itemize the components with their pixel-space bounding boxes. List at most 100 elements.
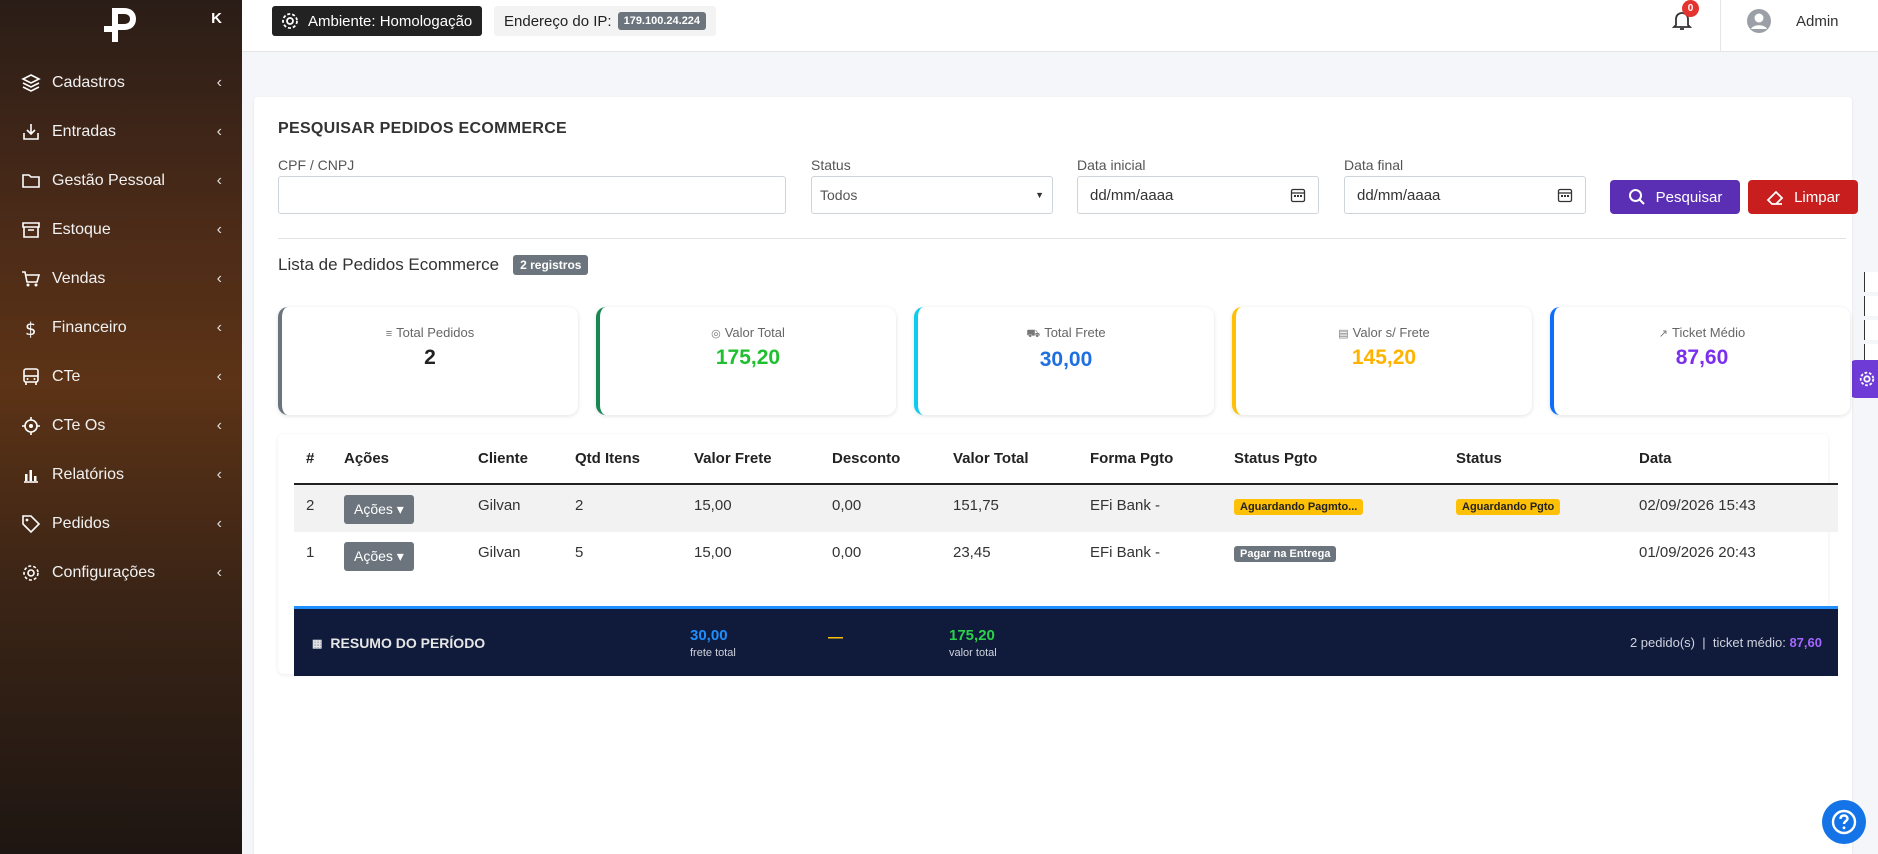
- edge-toolbar[interactable]: [1864, 272, 1878, 368]
- logo-icon: [104, 8, 136, 42]
- status-badge: Aguardando Pgto: [1456, 499, 1561, 515]
- sidebar-item-financeiro[interactable]: $ Financeiro ‹: [0, 303, 242, 352]
- chevron-left-icon: ‹: [216, 416, 222, 434]
- cell-freight: 15,00: [682, 484, 820, 532]
- archive-icon: [20, 219, 42, 241]
- edge-tab[interactable]: [1864, 296, 1878, 316]
- chevron-left-icon: ‹: [216, 318, 222, 336]
- download-icon: [20, 121, 42, 143]
- end-date-value: dd/mm/aaaa: [1357, 186, 1441, 204]
- cart-icon: [20, 268, 42, 290]
- cpf-input[interactable]: [278, 176, 786, 214]
- notification-count-badge: 0: [1682, 0, 1699, 17]
- calendar-icon[interactable]: [1557, 187, 1573, 203]
- search-icon: [1628, 189, 1645, 205]
- sidebar-item-label: Entradas: [52, 122, 117, 140]
- stat-label: Total Pedidos: [396, 325, 475, 340]
- summary-title-text: RESUMO DO PERÍODO: [330, 635, 486, 651]
- sidebar-item-label: Estoque: [52, 220, 111, 238]
- status-select[interactable]: Todos ▼: [811, 176, 1053, 214]
- stat-label: Total Frete: [1044, 325, 1106, 340]
- stat-value: 145,20: [1351, 346, 1417, 369]
- table-row[interactable]: 2 Ações ▾ Gilvan 2 15,00 0,00 151,75 EFi…: [294, 484, 1838, 532]
- edge-tab[interactable]: [1864, 272, 1878, 292]
- status-select-value: Todos: [820, 187, 858, 203]
- payment-status-badge: Pagar na Entrega: [1234, 546, 1337, 562]
- gear-icon: [282, 13, 298, 29]
- target-icon: ◎: [711, 328, 721, 340]
- user-name: Admin: [1796, 12, 1839, 30]
- start-date-input[interactable]: dd/mm/aaaa: [1077, 176, 1319, 214]
- eraser-icon: [1766, 190, 1784, 205]
- actions-dropdown-button[interactable]: Ações ▾: [344, 495, 414, 524]
- clear-button-label: Limpar: [1794, 188, 1840, 206]
- collapse-sidebar-button[interactable]: K: [211, 10, 222, 27]
- edge-tab[interactable]: [1864, 320, 1878, 340]
- cell-client: Gilvan: [478, 544, 521, 561]
- user-menu[interactable]: Admin: [1746, 6, 1839, 36]
- period-summary: ▦ RESUMO DO PERÍODO 30,00 frete total — 1…: [294, 606, 1838, 676]
- column-header[interactable]: Valor Frete: [682, 434, 820, 485]
- sidebar-menu: Cadastros ‹ Entradas ‹ Gestão Pessoal ‹ …: [0, 58, 242, 597]
- summary-title: ▦ RESUMO DO PERÍODO: [312, 635, 485, 651]
- sidebar-item-cte-os[interactable]: CTe Os ‹: [0, 401, 242, 450]
- layers-icon: [20, 72, 42, 94]
- chevron-left-icon: ‹: [216, 269, 222, 287]
- list-title-text: Lista de Pedidos Ecommerce: [278, 255, 500, 274]
- cell-status: [1444, 532, 1627, 580]
- sidebar-item-cadastros[interactable]: Cadastros ‹: [0, 58, 242, 107]
- chevron-left-icon: ‹: [216, 122, 222, 140]
- cell-payment-method: EFi Bank -: [1078, 484, 1222, 532]
- stat-total-freight: ⛟ Total Frete 30,00: [914, 307, 1214, 415]
- sidebar-item-estoque[interactable]: Estoque ‹: [0, 205, 242, 254]
- sidebar-item-vendas[interactable]: Vendas ‹: [0, 254, 242, 303]
- cell-qty: 5: [575, 544, 584, 561]
- column-header[interactable]: Qtd Itens: [563, 434, 682, 485]
- end-date-input[interactable]: dd/mm/aaaa: [1344, 176, 1586, 214]
- column-header[interactable]: Ações: [332, 434, 466, 485]
- column-header[interactable]: Forma Pgto: [1078, 434, 1222, 485]
- column-header[interactable]: Status Pgto: [1222, 434, 1444, 485]
- sidebar-item-label: Vendas: [52, 269, 106, 287]
- help-button[interactable]: [1822, 800, 1866, 844]
- folder-icon: [20, 170, 42, 192]
- sidebar-item-gestao-pessoal[interactable]: Gestão Pessoal ‹: [0, 156, 242, 205]
- chevron-left-icon: ‹: [216, 465, 222, 483]
- trend-up-icon: ↗: [1658, 328, 1668, 340]
- sidebar-item-entradas[interactable]: Entradas ‹: [0, 107, 242, 156]
- divider: [278, 238, 1846, 239]
- cell-date: 01/09/2026 20:43: [1639, 544, 1756, 561]
- summary-orders-count: 2 pedido(s): [1629, 635, 1695, 650]
- sidebar-item-label: CTe Os: [52, 416, 106, 434]
- column-header[interactable]: Status: [1444, 434, 1627, 485]
- summary-total-value: 175,20: [949, 627, 995, 644]
- start-date-label: Data inicial: [1077, 157, 1146, 173]
- stat-value: 30,00: [1039, 348, 1093, 371]
- cell-id: 2: [294, 484, 332, 532]
- chevron-left-icon: ‹: [216, 514, 222, 532]
- column-header[interactable]: Data: [1627, 434, 1838, 485]
- ip-value-badge: 179.100.24.224: [617, 12, 707, 30]
- settings-float-button[interactable]: [1848, 360, 1878, 398]
- search-button[interactable]: Pesquisar: [1610, 180, 1740, 214]
- sidebar-item-pedidos[interactable]: Pedidos ‹: [0, 499, 242, 548]
- sidebar-item-cte[interactable]: CTe ‹: [0, 352, 242, 401]
- orders-table: # Ações Cliente Qtd Itens Valor Frete De…: [294, 434, 1838, 580]
- column-header[interactable]: Valor Total: [941, 434, 1078, 485]
- column-header[interactable]: #: [294, 434, 332, 485]
- sidebar-item-configuracoes[interactable]: Configurações ‹: [0, 548, 242, 597]
- stat-total-value: ◎ Valor Total 175,20: [596, 307, 896, 415]
- table-row[interactable]: 1 Ações ▾ Gilvan 5 15,00 0,00 23,45 EFi …: [294, 532, 1838, 580]
- app-logo[interactable]: K: [0, 0, 242, 50]
- column-header[interactable]: Cliente: [466, 434, 563, 485]
- page-title: PESQUISAR PEDIDOS ECOMMERCE: [278, 120, 568, 137]
- cell-payment-method: EFi Bank -: [1090, 544, 1161, 561]
- cell-discount: 0,00: [832, 544, 862, 561]
- chevron-left-icon: ‹: [216, 563, 222, 581]
- clear-button[interactable]: Limpar: [1748, 180, 1858, 214]
- sidebar-item-relatorios[interactable]: Relatórios ‹: [0, 450, 242, 499]
- summary-freight-value: 30,00: [690, 627, 728, 644]
- calendar-icon[interactable]: [1290, 187, 1306, 203]
- actions-dropdown-button[interactable]: Ações ▾: [344, 542, 414, 571]
- column-header[interactable]: Desconto: [820, 434, 941, 485]
